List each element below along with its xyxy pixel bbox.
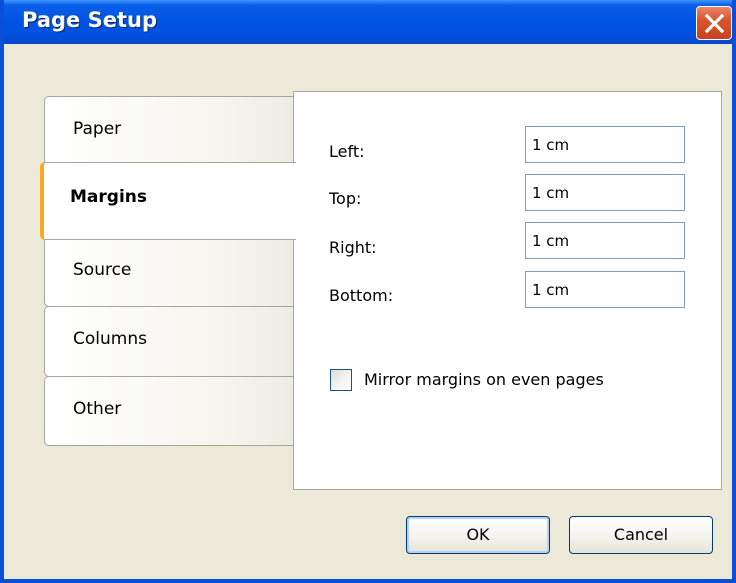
tab-columns-label: Columns <box>73 329 147 349</box>
margins-panel: Left: Top: Right: Bottom: Mirror margins… <box>293 91 722 490</box>
mirror-margins-label[interactable]: Mirror margins on even pages <box>364 370 604 389</box>
tab-other-label: Other <box>73 399 122 419</box>
left-margin-label: Left: <box>329 142 365 161</box>
bottom-margin-label: Bottom: <box>329 286 394 305</box>
mirror-margins-checkbox[interactable] <box>330 369 352 391</box>
close-button[interactable] <box>696 6 732 40</box>
top-margin-label: Top: <box>329 189 362 208</box>
tab-paper-label: Paper <box>73 119 122 139</box>
tab-source[interactable]: Source <box>44 237 296 307</box>
left-margin-input[interactable] <box>525 126 685 163</box>
cancel-button[interactable]: Cancel <box>569 516 713 554</box>
tab-other[interactable]: Other <box>44 376 296 446</box>
title-bar[interactable]: Page Setup <box>4 0 732 44</box>
bottom-margin-input[interactable] <box>525 271 685 308</box>
dialog-title: Page Setup <box>22 8 157 32</box>
tab-columns[interactable]: Columns <box>44 306 296 377</box>
close-icon <box>704 13 725 34</box>
page-setup-dialog: Page Setup Paper Margins Source Columns … <box>0 0 736 583</box>
tab-source-label: Source <box>73 260 132 280</box>
tab-margins[interactable]: Margins <box>40 162 296 240</box>
tab-margins-label: Margins <box>70 187 147 207</box>
top-margin-input[interactable] <box>525 174 685 211</box>
ok-button[interactable]: OK <box>406 516 550 554</box>
right-margin-input[interactable] <box>525 222 685 259</box>
tab-paper[interactable]: Paper <box>44 96 296 165</box>
right-margin-label: Right: <box>329 238 377 257</box>
